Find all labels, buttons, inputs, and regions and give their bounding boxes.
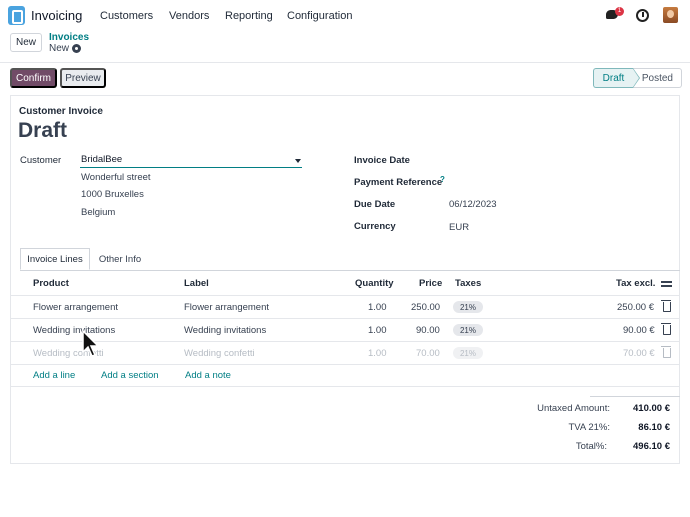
untaxed-amount-label: Untaxed Amount: <box>537 403 610 414</box>
status-bar: Draft Posted <box>593 68 682 88</box>
cell-label[interactable]: Wedding invitations <box>184 325 266 336</box>
customer-input[interactable]: BridalBee <box>80 154 302 168</box>
add-line-link[interactable]: Add a line <box>33 370 75 381</box>
menu-vendors[interactable]: Vendors <box>169 10 209 22</box>
cell-total: 90.00 € <box>623 325 655 336</box>
cell-label[interactable]: Flower arrangement <box>184 302 269 313</box>
total-label: Total%: <box>575 441 607 452</box>
cell-label[interactable]: Wedding confetti <box>184 348 255 359</box>
total-value: 496.10 € <box>633 441 670 452</box>
tax-badge[interactable]: 21% <box>453 301 483 313</box>
top-navbar: Invoicing Customers Vendors Reporting Co… <box>0 0 690 32</box>
app-name[interactable]: Invoicing <box>31 8 82 23</box>
add-note-link[interactable]: Add a note <box>185 370 231 381</box>
trash-icon[interactable] <box>661 323 671 335</box>
address-line-3: Belgium <box>81 207 116 218</box>
column-settings-icon[interactable] <box>661 279 672 289</box>
preview-button[interactable]: Preview <box>60 68 106 88</box>
cell-quantity[interactable]: 1.00 <box>368 302 387 313</box>
due-date-label: Due Date <box>354 199 396 210</box>
tab-divider <box>20 270 680 271</box>
column-label: Label <box>184 278 209 289</box>
due-date-value[interactable]: 06/12/2023 <box>449 199 497 210</box>
header-row-line <box>10 295 680 296</box>
currency-value[interactable]: EUR <box>449 222 469 233</box>
address-line-2: 1000 Bruxelles <box>81 189 144 200</box>
breadcrumb-current: New <box>49 43 70 54</box>
help-icon[interactable]: ? <box>440 175 445 184</box>
lines-bottom-line <box>10 386 680 387</box>
totals-divider <box>590 396 680 397</box>
menu-configuration[interactable]: Configuration <box>287 10 352 22</box>
menu-reporting[interactable]: Reporting <box>225 10 273 22</box>
trash-icon[interactable] <box>661 346 671 358</box>
new-button[interactable]: New <box>10 33 42 52</box>
column-price: Price <box>419 278 443 289</box>
currency-label: Currency <box>354 221 396 232</box>
column-taxes: Taxes <box>455 278 482 289</box>
tab-other-info[interactable]: Other Info <box>90 248 150 270</box>
invoicing-app-icon[interactable] <box>8 6 25 25</box>
status-draft[interactable]: Draft <box>593 68 640 88</box>
cell-total: 250.00 € <box>617 302 654 313</box>
header-divider <box>0 62 690 63</box>
status-posted[interactable]: Posted <box>633 68 682 88</box>
row-line <box>10 341 680 342</box>
cell-price[interactable]: 250.00 <box>411 302 440 313</box>
chevron-down-icon[interactable] <box>295 159 301 163</box>
chat-badge: 1 <box>615 7 624 16</box>
column-tax-excl: Tax excl. <box>616 278 656 289</box>
address-line-1: Wonderful street <box>81 172 151 183</box>
clock-icon[interactable] <box>636 9 649 22</box>
cell-price[interactable]: 70.00 <box>416 348 440 359</box>
untaxed-amount-value: 410.00 € <box>633 403 670 414</box>
trash-icon[interactable] <box>661 300 671 312</box>
add-section-link[interactable]: Add a section <box>101 370 159 381</box>
cell-product[interactable]: Flower arrangement <box>33 302 118 313</box>
column-product: Product <box>33 278 69 289</box>
row-line <box>10 364 680 365</box>
payment-reference-label: Payment Reference <box>354 177 443 188</box>
tax-badge[interactable]: 21% <box>453 324 483 336</box>
cell-total: 70.00 € <box>623 348 655 359</box>
row-line <box>10 318 680 319</box>
confirm-button[interactable]: Confirm <box>10 68 57 88</box>
cell-product[interactable]: Wedding invitations <box>33 325 115 336</box>
document-type: Customer Invoice <box>19 106 103 117</box>
column-quantity: Quantity <box>355 278 394 289</box>
tva-label: TVA 21%: <box>568 422 610 433</box>
cell-quantity[interactable]: 1.00 <box>368 348 387 359</box>
mouse-cursor-icon <box>82 330 100 357</box>
invoice-date-label: Invoice Date <box>354 155 410 166</box>
tab-invoice-lines[interactable]: Invoice Lines <box>20 248 90 270</box>
avatar[interactable] <box>663 7 678 23</box>
customer-label: Customer <box>20 155 62 166</box>
cell-price[interactable]: 90.00 <box>416 325 440 336</box>
tva-value: 86.10 € <box>638 422 670 433</box>
tax-badge[interactable]: 21% <box>453 347 483 359</box>
gear-icon[interactable] <box>72 44 81 53</box>
menu-customers[interactable]: Customers <box>100 10 153 22</box>
cell-quantity[interactable]: 1.00 <box>368 325 387 336</box>
document-state: Draft <box>18 119 68 142</box>
breadcrumb-invoices[interactable]: Invoices <box>49 32 89 43</box>
